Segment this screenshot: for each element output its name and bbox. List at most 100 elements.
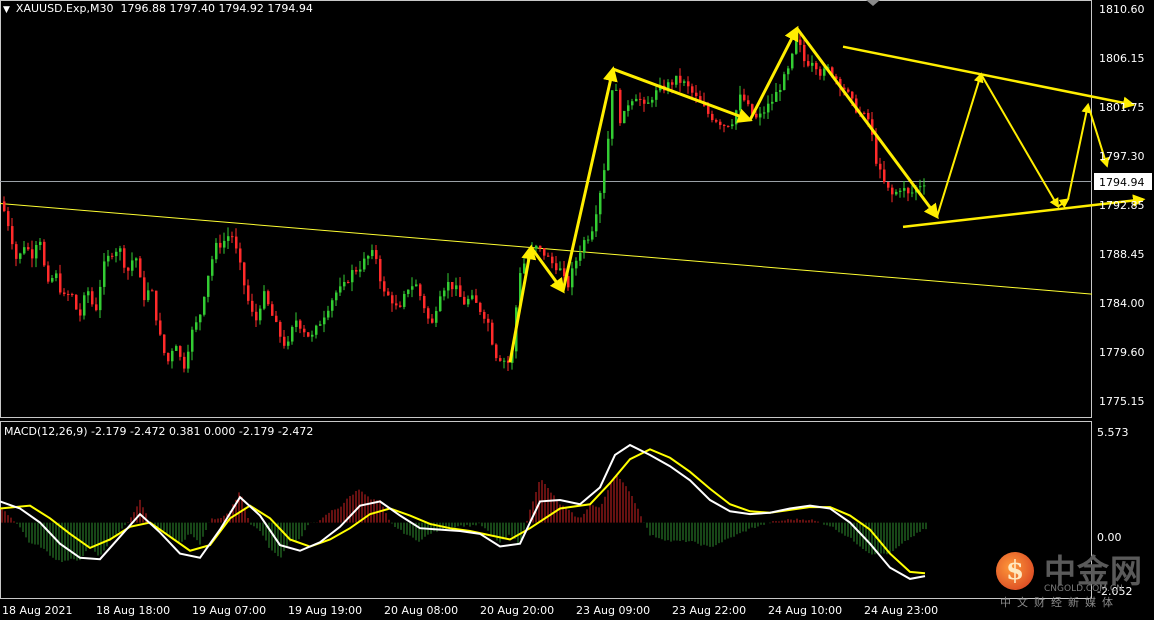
- candle-body: [375, 250, 378, 259]
- candle-body: [891, 187, 894, 195]
- candle-body: [159, 320, 162, 335]
- candle-body: [131, 260, 134, 271]
- candle-body: [711, 113, 714, 121]
- candle-body: [443, 290, 446, 297]
- candle-body: [639, 98, 642, 100]
- triangle-down-icon[interactable]: ▼: [3, 5, 10, 15]
- candle-body: [247, 285, 250, 301]
- candle-body: [251, 300, 254, 312]
- candle-body: [575, 260, 578, 269]
- candle-body: [463, 296, 466, 305]
- time-label: 23 Aug 09:00: [576, 604, 650, 617]
- candle-body: [43, 241, 46, 266]
- symbol-info: XAUUSD.Exp,M30: [15, 2, 114, 15]
- price-tick: 1801.75: [1099, 101, 1145, 114]
- candle-body: [823, 68, 826, 76]
- candle-body: [555, 263, 558, 271]
- candle-body: [215, 242, 218, 260]
- candle-body: [559, 268, 562, 271]
- candle-body: [803, 44, 806, 62]
- candle-body: [191, 329, 194, 352]
- candle-body: [139, 258, 142, 278]
- candle-body: [7, 211, 10, 227]
- candle-body: [351, 270, 354, 283]
- candle-body: [551, 256, 554, 264]
- trendline: [0, 202, 1093, 295]
- candle-body: [295, 320, 298, 327]
- time-label: 19 Aug 07:00: [192, 604, 266, 617]
- price-axis: 1810.60 1806.15 1801.75 1797.30 1792.85 …: [1099, 3, 1145, 408]
- candle-body: [775, 92, 778, 102]
- candle-body: [195, 322, 198, 330]
- logo-subtitle: 中文财经新媒体: [1000, 596, 1119, 609]
- candle-body: [787, 68, 790, 75]
- candle-body: [591, 231, 594, 240]
- coin-logo-icon: $: [996, 552, 1034, 590]
- candle-body: [379, 258, 382, 282]
- macd-main-line: [0, 443, 926, 580]
- candle-body: [607, 138, 610, 171]
- candle-body: [695, 92, 698, 97]
- annotation-arrow: [748, 25, 799, 121]
- candle-body: [51, 278, 54, 282]
- ohlc-values: 1796.88 1797.40 1794.92 1794.94: [120, 2, 313, 15]
- candle-body: [631, 101, 634, 106]
- price-tick: 1788.45: [1099, 248, 1145, 261]
- macd-histogram-layer: [1, 475, 927, 562]
- candle-body: [219, 242, 222, 248]
- time-label: 23 Aug 22:00: [672, 604, 746, 617]
- candle-body: [359, 269, 362, 272]
- candle-body: [207, 275, 210, 297]
- candle-body: [763, 112, 766, 114]
- candle-body: [15, 244, 18, 259]
- price-tick: 1775.15: [1099, 395, 1145, 408]
- candle-body: [99, 286, 102, 311]
- logo-url: CNGOLD.COM.CN: [1044, 584, 1123, 594]
- candle-body: [619, 89, 622, 124]
- candle-body: [347, 282, 350, 284]
- candle-body: [223, 240, 226, 248]
- candle-body: [179, 346, 182, 357]
- candle-body: [231, 236, 234, 238]
- candle-body: [123, 248, 126, 268]
- candle-body: [911, 192, 914, 194]
- candle-body: [35, 245, 38, 259]
- candle-body: [343, 282, 346, 287]
- candle-body: [867, 112, 870, 120]
- candle-body: [547, 255, 550, 257]
- candle-body: [423, 295, 426, 309]
- candle-body: [735, 110, 738, 125]
- candle-body: [783, 74, 786, 90]
- chart-canvas[interactable]: 1810.60 1806.15 1801.75 1797.30 1792.85 …: [0, 0, 1154, 620]
- candle-body: [287, 341, 290, 346]
- candle-body: [391, 295, 394, 304]
- candle-body: [579, 252, 582, 261]
- watermark-logo: $ 中金网 CNGOLD.COM.CN 中文财经新媒体: [996, 544, 1146, 610]
- candle-body: [27, 247, 30, 250]
- candle-body: [199, 314, 202, 323]
- candle-body: [263, 291, 266, 309]
- macd-tick: 5.573: [1097, 426, 1129, 439]
- candle-body: [851, 91, 854, 99]
- candle-body: [875, 134, 878, 164]
- candle-body: [899, 190, 902, 192]
- candle-body: [103, 261, 106, 287]
- candle-body: [907, 188, 910, 194]
- chart-shift-marker-icon[interactable]: [866, 0, 880, 6]
- candle-body: [87, 291, 90, 296]
- annotation-arrow: [980, 73, 1060, 209]
- candle-body: [815, 62, 818, 70]
- candle-body: [455, 285, 458, 290]
- macd-panel-border: [0, 421, 1092, 599]
- candle-body: [303, 328, 306, 333]
- candle-body: [415, 284, 418, 287]
- candle-body: [743, 94, 746, 101]
- candle-body: [151, 290, 154, 292]
- macd-signal-line: [0, 448, 926, 575]
- candle-body: [335, 292, 338, 301]
- candle-body: [503, 360, 506, 362]
- candle-body: [299, 320, 302, 329]
- candle-body: [583, 240, 586, 253]
- macd-lines-layer: [0, 443, 926, 580]
- annotation-arrow: [936, 72, 984, 218]
